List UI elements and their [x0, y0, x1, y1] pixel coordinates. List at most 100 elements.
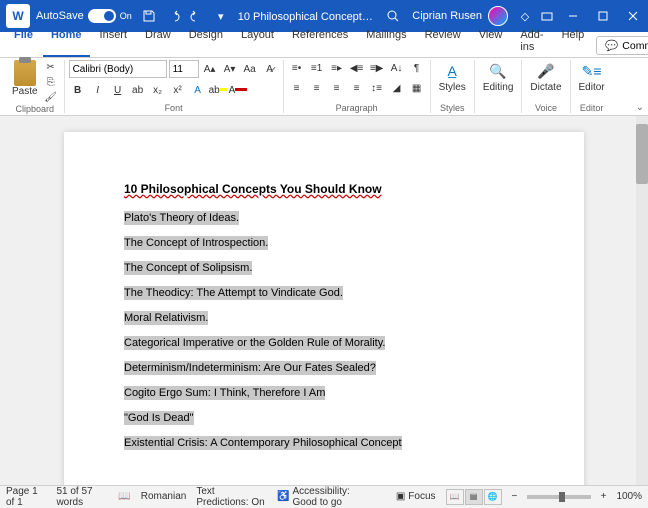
editing-group: 🔍 Editing: [475, 60, 523, 113]
numbering-icon[interactable]: ≡1: [308, 60, 326, 76]
font-name-select[interactable]: [69, 60, 167, 78]
tab-view[interactable]: View: [471, 25, 511, 57]
diamond-icon[interactable]: ◇: [514, 5, 536, 27]
doc-heading[interactable]: 10 Philosophical Concepts You Should Kno…: [124, 182, 524, 196]
editor-group: ✎≡ Editor Editor: [571, 60, 613, 113]
superscript-button[interactable]: x²: [169, 82, 187, 98]
language-status[interactable]: Romanian: [141, 491, 187, 502]
ribbon: Paste ✂ ⎘ 🖌 Clipboard A▴ A▾ Aa A̷ B I: [0, 58, 648, 116]
multilevel-icon[interactable]: ≡▸: [328, 60, 346, 76]
page-count[interactable]: Page 1 of 1: [6, 486, 46, 508]
collapse-ribbon-icon[interactable]: ⌄: [636, 102, 644, 113]
tab-insert[interactable]: Insert: [92, 25, 136, 57]
maximize-button[interactable]: [588, 0, 618, 32]
doc-line[interactable]: Cogito Ergo Sum: I Think, Therefore I Am: [124, 386, 325, 400]
ribbon-tabs: FileHomeInsertDrawDesignLayoutReferences…: [0, 32, 648, 58]
voice-group: 🎤 Dictate Voice: [522, 60, 570, 113]
change-case-icon[interactable]: Aa: [241, 61, 259, 77]
spellcheck-icon[interactable]: 📖: [118, 491, 130, 502]
editing-button[interactable]: 🔍 Editing: [479, 60, 518, 93]
zoom-in-icon[interactable]: +: [601, 491, 607, 502]
tab-references[interactable]: References: [284, 25, 356, 57]
qat-dropdown-icon[interactable]: ▾: [210, 5, 232, 27]
document-title: 10 Philosophical Concepts You Sh… • Save…: [232, 10, 381, 23]
tab-design[interactable]: Design: [181, 25, 231, 57]
print-layout-icon[interactable]: ▤: [465, 489, 483, 505]
editor-icon: ✎≡: [581, 60, 603, 82]
focus-mode[interactable]: ▣ Focus: [396, 491, 436, 502]
editor-button[interactable]: ✎≡ Editor: [575, 60, 609, 93]
zoom-slider[interactable]: [527, 495, 590, 499]
align-right-icon[interactable]: ≡: [328, 80, 346, 96]
borders-icon[interactable]: ▦: [408, 80, 426, 96]
bullets-icon[interactable]: ≡•: [288, 60, 306, 76]
tab-add-ins[interactable]: Add-ins: [512, 25, 551, 57]
autosave-toggle[interactable]: AutoSave On: [36, 9, 132, 23]
tab-home[interactable]: Home: [43, 25, 90, 57]
avatar-icon: [488, 6, 508, 26]
highlight-button[interactable]: ab: [209, 82, 227, 98]
show-marks-icon[interactable]: ¶: [408, 60, 426, 76]
increase-indent-icon[interactable]: ≡▶: [368, 60, 386, 76]
copy-icon[interactable]: ⎘: [42, 75, 60, 89]
doc-line[interactable]: Plato's Theory of Ideas.: [124, 211, 239, 225]
font-size-select[interactable]: [169, 60, 199, 78]
redo-icon[interactable]: [186, 5, 208, 27]
doc-line[interactable]: The Concept of Solipsism.: [124, 261, 252, 275]
document-canvas[interactable]: 10 Philosophical Concepts You Should Kno…: [0, 116, 648, 485]
text-predictions-status[interactable]: Text Predictions: On: [196, 486, 267, 508]
doc-line[interactable]: Moral Relativism.: [124, 311, 208, 325]
cut-icon[interactable]: ✂: [42, 60, 60, 74]
doc-line[interactable]: "God Is Dead": [124, 411, 194, 425]
align-center-icon[interactable]: ≡: [308, 80, 326, 96]
close-button[interactable]: [618, 0, 648, 32]
sort-icon[interactable]: A↓: [388, 60, 406, 76]
doc-line[interactable]: Determinism/Indeterminism: Are Our Fates…: [124, 361, 376, 375]
zoom-level[interactable]: 100%: [616, 491, 642, 502]
search-icon: 🔍: [487, 60, 509, 82]
tab-draw[interactable]: Draw: [137, 25, 179, 57]
ribbon-display-icon[interactable]: [536, 5, 558, 27]
user-account[interactable]: Ciprian Rusen: [412, 6, 508, 26]
read-mode-icon[interactable]: 📖: [446, 489, 464, 505]
save-icon[interactable]: [138, 5, 160, 27]
doc-line[interactable]: Existential Crisis: A Contemporary Philo…: [124, 436, 402, 450]
accessibility-status[interactable]: ♿ Accessibility: Good to go: [277, 486, 376, 508]
align-left-icon[interactable]: ≡: [288, 80, 306, 96]
tab-review[interactable]: Review: [417, 25, 469, 57]
paste-button[interactable]: Paste: [10, 60, 40, 97]
tab-file[interactable]: File: [6, 25, 41, 57]
web-layout-icon[interactable]: 🌐: [484, 489, 502, 505]
vertical-scrollbar[interactable]: [636, 116, 648, 485]
grow-font-icon[interactable]: A▴: [201, 61, 219, 77]
font-color-button[interactable]: A: [229, 82, 247, 98]
doc-line[interactable]: The Theodicy: The Attempt to Vindicate G…: [124, 286, 343, 300]
zoom-out-icon[interactable]: −: [512, 491, 518, 502]
tab-mailings[interactable]: Mailings: [358, 25, 414, 57]
doc-line[interactable]: The Concept of Introspection.: [124, 236, 268, 250]
subscript-button[interactable]: x₂: [149, 82, 167, 98]
clear-format-icon[interactable]: A̷: [261, 61, 279, 77]
styles-button[interactable]: A̲ Styles: [435, 60, 470, 93]
decrease-indent-icon[interactable]: ◀≡: [348, 60, 366, 76]
bold-button[interactable]: B: [69, 82, 87, 98]
clipboard-icon: [14, 60, 36, 86]
paragraph-group: ≡• ≡1 ≡▸ ◀≡ ≡▶ A↓ ¶ ≡ ≡ ≡ ≡ ↕≡ ◢ ▦ Parag…: [284, 60, 431, 113]
shrink-font-icon[interactable]: A▾: [221, 61, 239, 77]
word-count[interactable]: 51 of 57 words: [56, 486, 108, 508]
underline-button[interactable]: U: [109, 82, 127, 98]
text-effects-icon[interactable]: A: [189, 82, 207, 98]
format-painter-icon[interactable]: 🖌: [42, 90, 60, 104]
tab-layout[interactable]: Layout: [233, 25, 282, 57]
comments-button[interactable]: 💬 Comments: [596, 36, 648, 55]
tab-help[interactable]: Help: [554, 25, 593, 57]
line-spacing-icon[interactable]: ↕≡: [368, 80, 386, 96]
italic-button[interactable]: I: [89, 82, 107, 98]
strikethrough-button[interactable]: ab: [129, 82, 147, 98]
justify-icon[interactable]: ≡: [348, 80, 366, 96]
undo-icon[interactable]: [162, 5, 184, 27]
shading-icon[interactable]: ◢: [388, 80, 406, 96]
page[interactable]: 10 Philosophical Concepts You Should Kno…: [64, 132, 584, 485]
doc-line[interactable]: Categorical Imperative or the Golden Rul…: [124, 336, 385, 350]
dictate-button[interactable]: 🎤 Dictate: [526, 60, 565, 93]
